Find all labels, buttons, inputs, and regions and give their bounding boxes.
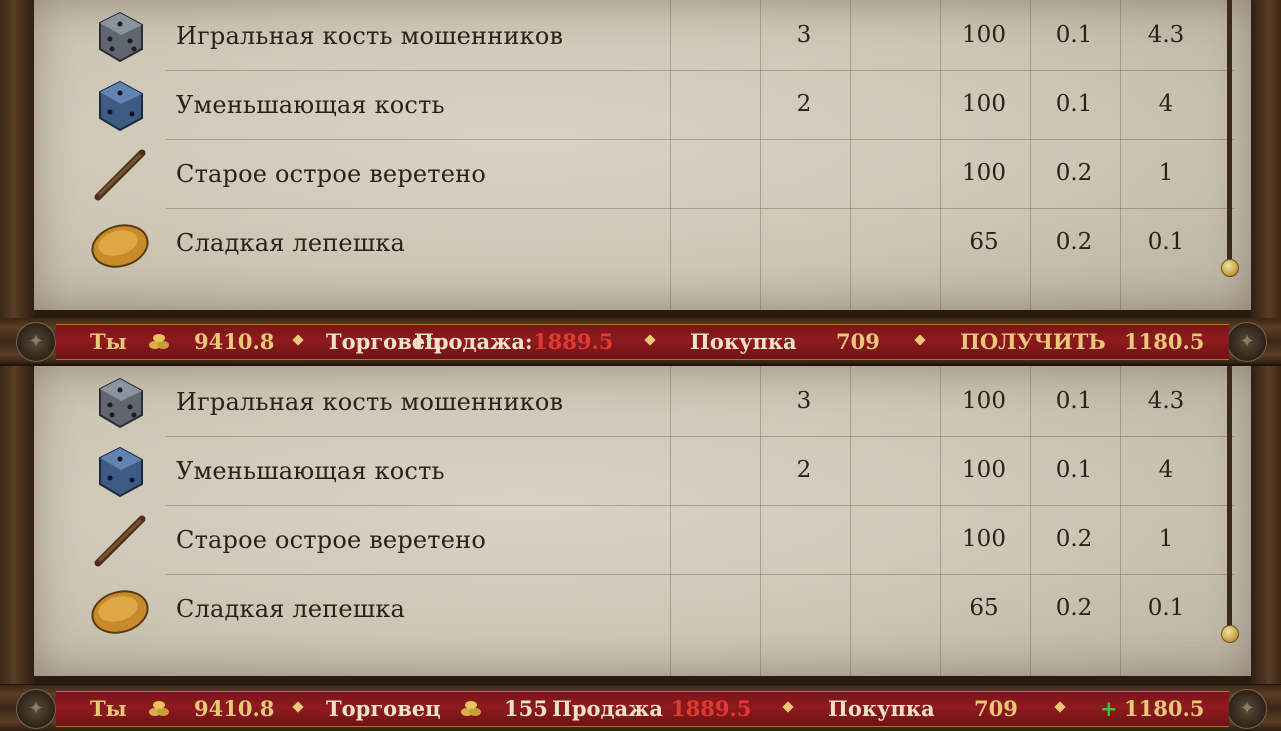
item-name: Уменьшающая кость [176,457,445,485]
scrollbar-knob[interactable] [1221,625,1239,643]
item-price: 100 [962,526,1006,552]
item-name: Сладкая лепешка [176,595,406,623]
cheater-dice-icon [99,377,143,429]
item-value-ratio: 4.3 [1147,22,1185,48]
item-price: 65 [969,595,999,621]
item-name: Сладкая лепешка [176,229,406,257]
player-label: Ты [90,696,127,721]
sell-label: Продажа: [414,329,533,354]
item-weight: 0.1 [1055,22,1093,48]
item-row-shrinking-dice[interactable]: Уменьшающая кость 2 100 0.1 4 [0,437,1281,506]
item-quantity: 3 [796,388,812,414]
item-weight: 0.2 [1055,160,1093,186]
buy-label: Покупка [828,696,935,721]
trade-list-bottom: Игральная кость мошенников 3 100 0.1 4.3… [0,366,1281,684]
item-price: 100 [962,160,1006,186]
item-price: 100 [962,457,1006,483]
item-price: 100 [962,22,1006,48]
ornament-cap [16,689,56,729]
balance-value: 1180.5 [1124,696,1205,721]
sell-value: 1889.5 [671,696,752,721]
trade-summary-bar-top: Ты 9410.8 Торговец Продажа: 1889.5 Покуп… [0,318,1281,364]
item-weight: 0.2 [1055,229,1093,255]
item-row-flatbread[interactable]: Сладкая лепешка 65 0.2 0.1 [0,575,1281,644]
item-value-ratio: 4 [1158,91,1174,117]
flatbread-icon [91,224,149,268]
player-label: Ты [90,329,127,354]
spindle-icon [94,515,146,567]
sell-value: 1889.5 [533,329,614,354]
buy-value: 709 [974,696,1018,721]
ornament-cap [1227,322,1267,362]
ornament-cap [16,322,56,362]
spindle-icon [94,149,146,201]
item-name: Старое острое веретено [176,160,487,188]
item-weight: 0.1 [1055,388,1093,414]
trade-list-top: Игральная кость мошенников 3 100 0.1 4.3… [0,0,1281,318]
item-value-ratio: 0.1 [1147,595,1185,621]
coins-icon [461,701,481,716]
item-value-ratio: 0.1 [1147,229,1185,255]
trader-money: 155 [504,696,548,721]
item-name: Игральная кость мошенников [176,22,564,50]
ornament-cap [1227,689,1267,729]
receive-button[interactable]: ПОЛУЧИТЬ [960,329,1106,354]
item-price: 100 [962,91,1006,117]
scrollbar-knob[interactable] [1221,259,1239,277]
scrollbar-track[interactable] [1227,0,1232,266]
buy-label: Покупка [690,329,797,354]
item-weight: 0.2 [1055,526,1093,552]
trader-label: Торговец [326,696,441,721]
item-row-flatbread[interactable]: Сладкая лепешка 65 0.2 0.1 [0,209,1281,278]
cheater-dice-icon [99,11,143,63]
coins-icon [149,334,169,349]
item-row-shrinking-dice[interactable]: Уменьшающая кость 2 100 0.1 4 [0,71,1281,140]
item-row-spindle[interactable]: Старое острое веретено 100 0.2 1 [0,506,1281,575]
player-money: 9410.8 [194,696,275,721]
item-name: Игральная кость мошенников [176,388,564,416]
buy-value: 709 [836,329,880,354]
blue-dice-icon [99,446,143,498]
item-row-cheater-dice[interactable]: Игральная кость мошенников 3 100 0.1 4.3 [0,2,1281,71]
item-value-ratio: 1 [1158,526,1174,552]
item-value-ratio: 4.3 [1147,388,1185,414]
blue-dice-icon [99,80,143,132]
item-quantity: 3 [796,22,812,48]
item-weight: 0.1 [1055,91,1093,117]
trade-summary-bar-bottom: Ты 9410.8 Торговец 155 Продажа 1889.5 По… [0,685,1281,731]
item-price: 65 [969,229,999,255]
item-row-cheater-dice[interactable]: Игральная кость мошенников 3 100 0.1 4.3 [0,368,1281,437]
flatbread-icon [91,590,149,634]
player-money: 9410.8 [194,329,275,354]
item-value-ratio: 4 [1158,457,1174,483]
item-weight: 0.1 [1055,457,1093,483]
item-name: Старое острое веретено [176,526,487,554]
item-price: 100 [962,388,1006,414]
item-row-spindle[interactable]: Старое острое веретено 100 0.2 1 [0,140,1281,209]
item-quantity: 2 [796,457,812,483]
coins-icon [149,701,169,716]
item-value-ratio: 1 [1158,160,1174,186]
receive-value: 1180.5 [1124,329,1205,354]
plus-sign: + [1100,696,1118,721]
scrollbar-track[interactable] [1227,366,1232,632]
item-quantity: 2 [796,91,812,117]
sell-label: Продажа [552,696,663,721]
item-weight: 0.2 [1055,595,1093,621]
item-name: Уменьшающая кость [176,91,445,119]
